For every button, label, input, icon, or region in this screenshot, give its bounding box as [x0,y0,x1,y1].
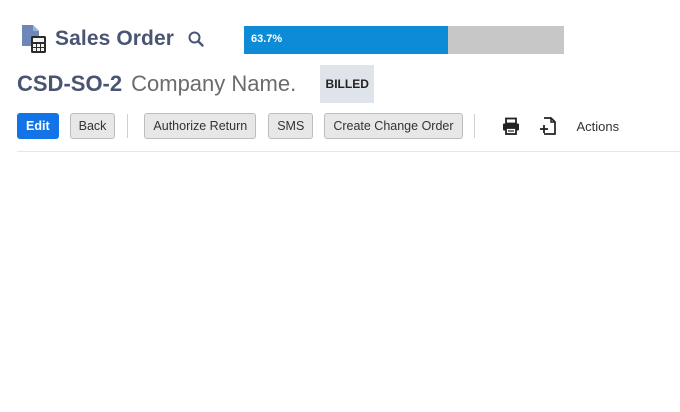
edit-button[interactable]: Edit [17,113,59,139]
print-icon[interactable] [501,116,521,136]
create-change-order-button[interactable]: Create Change Order [324,113,463,139]
authorize-return-button[interactable]: Authorize Return [144,113,257,139]
sales-order-page: Sales Order 63.7% CSD-SO-2 Company Name.… [0,0,680,412]
page-title: Sales Order [55,27,174,50]
sales-order-calculator-icon [20,24,48,54]
new-document-icon[interactable] [539,116,559,136]
status-badge: BILLED [320,65,375,103]
record-heading: CSD-SO-2 Company Name. BILLED [17,65,375,103]
toolbar-divider [473,114,475,138]
action-toolbar: Edit Back Authorize Return SMS Create Ch… [17,112,619,140]
back-button[interactable]: Back [69,113,116,139]
actions-menu[interactable]: Actions [577,119,620,134]
record-number: CSD-SO-2 [17,71,123,96]
page-header: Sales Order [20,19,205,59]
progress-label: 63.7% [251,33,283,45]
header-divider [17,151,680,152]
search-icon[interactable] [187,30,205,48]
company-name: Company Name. [131,71,297,96]
progress-bar: 63.7% [244,26,564,54]
toolbar-divider [127,114,129,138]
sms-button[interactable]: SMS [268,113,314,139]
